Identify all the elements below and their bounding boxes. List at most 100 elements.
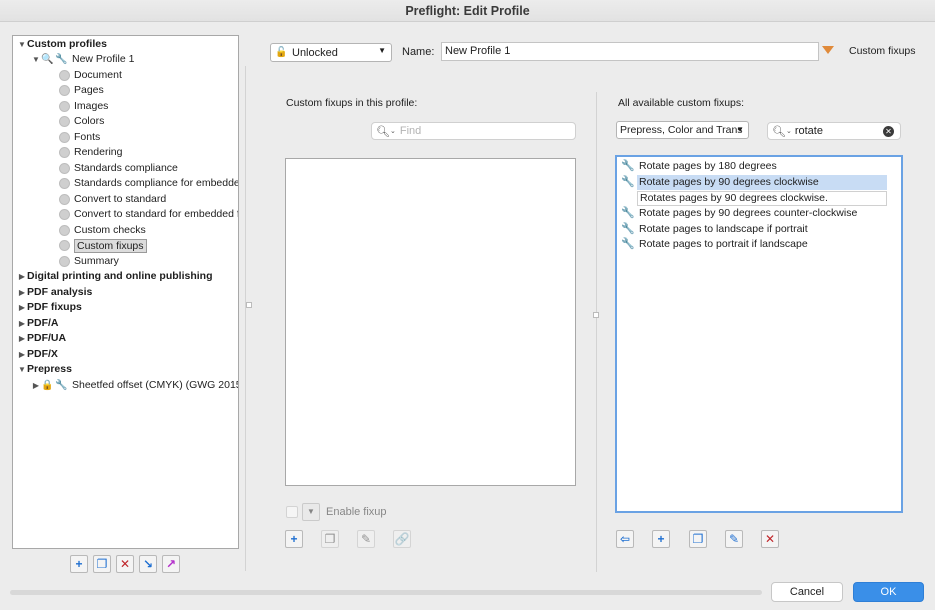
bullet-icon [59, 132, 70, 143]
tree-item-convert-to-standard-embedded[interactable]: Convert to standard for embedded fi [59, 207, 239, 222]
fixup-item[interactable]: 🔧 Rotate pages by 90 degrees counter-cloc… [621, 206, 857, 221]
middle-splitter[interactable] [596, 92, 597, 572]
find-search-field[interactable]: 🔍︎ ⌄ Find [371, 122, 576, 140]
lock-status-value: Unlocked [292, 46, 338, 59]
expanded-triangle-icon[interactable]: ▼ [17, 362, 27, 377]
horizontal-scrollbar[interactable] [10, 590, 762, 595]
tree-group-pdfa[interactable]: ▶ PDF/A [17, 316, 59, 331]
wrench-icon: 🔧 [621, 160, 635, 172]
tree-group-pdf-analysis[interactable]: ▶ PDF analysis [17, 285, 92, 300]
tree-group-pdf-fixups[interactable]: ▶ PDF fixups [17, 300, 82, 315]
enable-fixup-checkbox[interactable] [286, 506, 298, 518]
new-fixup-button[interactable]: + [652, 530, 670, 548]
bullet-icon [59, 101, 70, 112]
tree-item-label: Fonts [74, 131, 101, 143]
tree-item-fonts[interactable]: Fonts [59, 130, 100, 145]
collapsed-triangle-icon[interactable]: ▶ [17, 285, 27, 300]
collapsed-triangle-icon[interactable]: ▶ [17, 331, 27, 346]
tree-item-document[interactable]: Document [59, 68, 122, 83]
delete-available-fixup-button[interactable]: ✕ [761, 530, 779, 548]
edit-fixup-button[interactable]: ✎ [357, 530, 375, 548]
tree-item-label: Convert to standard for embedded fi [74, 208, 239, 220]
bullet-icon [59, 116, 70, 127]
link-fixup-button[interactable]: 🔗 [393, 530, 411, 548]
bullet-icon [59, 178, 70, 189]
tree-group-pdfua[interactable]: ▶ PDF/UA [17, 331, 66, 346]
tree-item-label: Custom checks [74, 224, 146, 236]
fixup-item-selected[interactable]: 🔧 Rotate pages by 90 degrees clockwise [621, 175, 819, 190]
fixup-item[interactable]: 🔧 Rotate pages to portrait if landscape [621, 237, 808, 252]
collapsed-triangle-icon[interactable]: ▶ [17, 300, 27, 315]
enable-dropdown-button[interactable]: ▼ [302, 503, 320, 521]
tree-group-custom-profiles[interactable]: ▼ Custom profiles [17, 37, 107, 52]
delete-profile-button[interactable]: ✕ [116, 555, 134, 573]
tree-item-colors[interactable]: Colors [59, 114, 104, 129]
tree-group-prepress[interactable]: ▼ Prepress [17, 362, 72, 377]
fixup-item[interactable]: 🔧 Rotate pages by 180 degrees [621, 159, 777, 174]
window-title: Preflight: Edit Profile [0, 0, 935, 22]
duplicate-available-fixup-button[interactable]: ❐ [689, 530, 707, 548]
fixup-item-label: Rotate pages by 90 degrees clockwise [639, 176, 819, 188]
collapsed-triangle-icon[interactable]: ▶ [31, 378, 41, 393]
wrench-icon: 🔧 [621, 207, 635, 219]
ok-button[interactable]: OK [853, 582, 924, 602]
duplicate-fixup-button[interactable]: ❐ [321, 530, 339, 548]
tree-item-summary[interactable]: Summary [59, 254, 119, 269]
splitter-grip-icon[interactable] [246, 302, 252, 308]
category-select[interactable]: Prepress, Color and Trans ▼ [616, 121, 749, 139]
tree-item-rendering[interactable]: Rendering [59, 145, 122, 160]
wrench-icon: 🔧 [621, 176, 635, 188]
tree-profile-label: New Profile 1 [72, 53, 135, 65]
collapsed-triangle-icon[interactable]: ▶ [17, 269, 27, 284]
expanded-triangle-icon[interactable]: ▼ [31, 52, 41, 67]
import-profile-button[interactable]: ↘ [139, 555, 157, 573]
splitter-grip-icon[interactable] [593, 312, 599, 318]
fixup-tooltip: Rotates pages by 90 degrees clockwise. [637, 191, 887, 206]
tree-group-label: PDF fixups [27, 301, 82, 313]
tree-item-standards-compliance-embedded[interactable]: Standards compliance for embedded [59, 176, 238, 191]
available-fixups-list[interactable]: 🔧 Rotate pages by 180 degrees 🔧 Rotate pag… [615, 155, 903, 513]
export-profile-button[interactable]: ↗ [162, 555, 180, 573]
wrench-icon: 🔧 [621, 223, 635, 235]
bullet-icon [59, 70, 70, 81]
expanded-triangle-icon[interactable]: ▼ [17, 37, 27, 52]
left-splitter[interactable] [245, 66, 246, 571]
tree-item-standards-compliance[interactable]: Standards compliance [59, 161, 178, 176]
fixup-search-field[interactable]: 🔍︎ ⌄ rotate ✕ [767, 122, 901, 140]
tree-profile-sheetfed-offset[interactable]: ▶ 🔒 🔧 Sheetfed offset (CMYK) (GWG 2015) [31, 378, 238, 393]
tree-item-images[interactable]: Images [59, 99, 108, 114]
tree-group-digital-printing[interactable]: ▶ Digital printing and online publishing [17, 269, 213, 284]
tree-profile-new-profile-1[interactable]: ▼ 🔍 🔧 New Profile 1 [31, 52, 134, 67]
fixup-item-label: Rotate pages to portrait if landscape [639, 238, 808, 250]
tree-item-label: Standards compliance [74, 162, 178, 174]
new-profile-button[interactable]: + [70, 555, 88, 573]
add-fixup-button[interactable]: + [285, 530, 303, 548]
tree-item-convert-to-standard[interactable]: Convert to standard [59, 192, 166, 207]
find-placeholder: Find [399, 125, 422, 137]
profile-tree[interactable]: ▼ Custom profiles ▼ 🔍 🔧 New Profile 1 Do… [12, 35, 239, 549]
bullet-icon [59, 225, 70, 236]
bullet-icon [59, 194, 70, 205]
tree-group-label: PDF/X [27, 348, 58, 360]
cancel-button[interactable]: Cancel [771, 582, 843, 602]
tree-group-label: Prepress [27, 363, 72, 375]
clear-search-icon[interactable]: ✕ [883, 126, 894, 137]
tree-group-pdfx[interactable]: ▶ PDF/X [17, 347, 58, 362]
collapsed-triangle-icon[interactable]: ▶ [17, 347, 27, 362]
edit-available-fixup-button[interactable]: ✎ [725, 530, 743, 548]
move-to-profile-button[interactable]: ⇦ [616, 530, 634, 548]
collapsed-triangle-icon[interactable]: ▶ [17, 316, 27, 331]
profile-fixups-list[interactable] [285, 158, 576, 486]
tree-item-custom-fixups[interactable]: Custom fixups [59, 238, 147, 253]
tree-item-label-selected: Custom fixups [74, 238, 147, 253]
duplicate-profile-button[interactable]: ❐ [93, 555, 111, 573]
tree-group-label: PDF analysis [27, 286, 93, 298]
magnifier-icon: 🔍 [41, 53, 54, 65]
lock-status-select[interactable]: 🔓 Unlocked ▼ [270, 43, 392, 62]
fixup-item[interactable]: 🔧 Rotate pages to landscape if portrait [621, 222, 808, 237]
profile-name-input[interactable]: New Profile 1 [441, 42, 819, 61]
tree-item-label: Pages [74, 84, 104, 96]
orange-triangle-icon[interactable] [822, 46, 834, 54]
tree-item-custom-checks[interactable]: Custom checks [59, 223, 146, 238]
tree-item-pages[interactable]: Pages [59, 83, 104, 98]
